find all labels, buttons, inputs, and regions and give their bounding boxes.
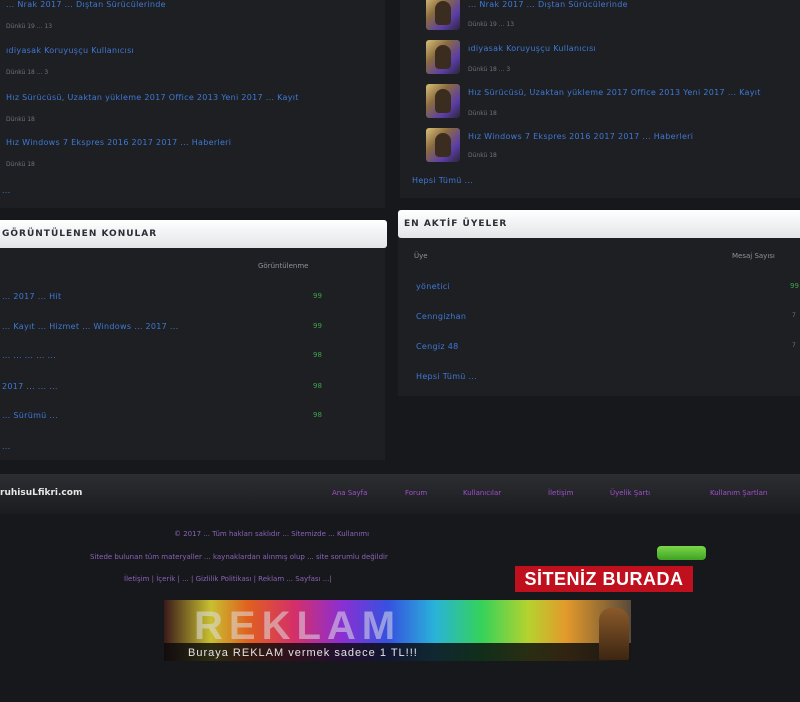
footer-link-contact[interactable]: İletişim	[548, 489, 573, 497]
post-count: 7	[792, 342, 796, 349]
thread-title[interactable]: Hız Sürücüsü, Uzaktan yükleme 2017 Offic…	[6, 93, 299, 102]
column-header-posts: Mesaj Sayısı	[732, 252, 775, 260]
thread-title[interactable]: ... Kayıt ... Hizmet ... Windows ... 201…	[2, 322, 178, 331]
footer-nav: ruhisuLfikri.com Ana Sayfa Forum Kullanı…	[0, 474, 800, 514]
disclaimer-text: Sitede bulunan tüm materyaller ... kayna…	[90, 553, 388, 561]
footer-links-line[interactable]: İletişim | İçerik | ... | Gizlilik Polit…	[124, 575, 332, 583]
active-members-header: EN AKTİF ÜYELER	[398, 210, 800, 238]
copyright-text: © 2017 ... Tüm hakları saklıdır ... Site…	[174, 530, 370, 538]
thread-title[interactable]: 2017 ... ... ...	[2, 382, 58, 391]
thread-meta: Dünkü 19 ... 13	[468, 21, 515, 28]
more-link[interactable]: ...	[2, 186, 11, 195]
most-viewed-panel: Görüntülenme ... 2017 ... Hit 99 ... Kay…	[0, 240, 385, 460]
column-header-user: Üye	[414, 252, 428, 260]
thread-meta: Dünkü 18 ... 3	[6, 69, 49, 76]
view-count: 98	[313, 411, 322, 419]
footer-link-users[interactable]: Kullanıcılar	[463, 489, 501, 497]
footer-link-membership[interactable]: Üyelik Şartı	[610, 489, 650, 497]
more-link[interactable]: Hepsi Tümü ...	[412, 176, 473, 185]
thread-title[interactable]: ıdiyasak Koruyuşçu Kullanıcısı	[468, 44, 596, 53]
footer-link-home[interactable]: Ana Sayfa	[332, 489, 367, 497]
thread-title[interactable]: Hız Windows 7 Ekspres 2016 2017 2017 ...…	[468, 132, 693, 141]
thread-title[interactable]: ... 2017 ... Hit	[2, 292, 61, 301]
member-name[interactable]: yönetici	[416, 282, 450, 291]
member-name[interactable]: Cenngizhan	[416, 312, 466, 321]
view-count: 99	[313, 292, 322, 300]
most-viewed-header: GÖRÜNTÜLENEN KONULAR	[0, 220, 387, 248]
thread-meta: Dünkü 19 ... 13	[6, 23, 53, 30]
thread-meta: Dünkü 18	[6, 161, 35, 168]
avatar[interactable]	[426, 84, 460, 118]
thread-meta: Dünkü 18	[468, 110, 497, 117]
avatar[interactable]	[426, 40, 460, 74]
banner-subtitle: Buraya REKLAM vermek sadece 1 TL!!!	[188, 647, 418, 659]
thread-meta: Dünkü 18	[6, 116, 35, 123]
more-link[interactable]: ...	[2, 442, 11, 451]
thread-title[interactable]: ... Sürümü ...	[2, 411, 58, 420]
member-name[interactable]: Cengiz 48	[416, 342, 459, 351]
thread-title[interactable]: Hız Windows 7 Ekspres 2016 2017 2017 ...…	[6, 138, 231, 147]
thread-title[interactable]: ... Nrak 2017 ... Dıştan Sürücülerinde	[6, 0, 166, 9]
column-header: Görüntülenme	[258, 262, 309, 270]
ad-banner[interactable]: REKLAM Buraya REKLAM vermek sadece 1 TL!…	[164, 600, 631, 661]
footer-link-terms[interactable]: Kullanım Şartları	[710, 489, 768, 497]
green-button[interactable]	[657, 546, 706, 560]
active-members-panel: Üye Mesaj Sayısı yönetici 99 Cenngizhan …	[398, 232, 800, 396]
thread-title[interactable]: Hız Sürücüsü, Uzaktan yükleme 2017 Offic…	[468, 88, 761, 97]
thread-meta: Dünkü 18 ... 3	[468, 66, 511, 73]
footer-link-forum[interactable]: Forum	[405, 489, 427, 497]
view-count: 98	[313, 351, 322, 359]
view-count: 99	[313, 322, 322, 330]
post-count: 7	[792, 312, 796, 319]
dog-image-icon	[599, 608, 629, 660]
thread-title[interactable]: ... Nrak 2017 ... Dıştan Sürücülerinde	[468, 0, 628, 9]
thread-meta: Dünkü 18	[468, 152, 497, 159]
avatar[interactable]	[426, 128, 460, 162]
thread-title[interactable]: ... ... ... ... ...	[2, 351, 56, 360]
more-link[interactable]: Hepsi Tümü ...	[416, 372, 477, 381]
footer-logo[interactable]: ruhisuLfikri.com	[0, 488, 82, 498]
post-count: 99	[790, 282, 799, 290]
avatar[interactable]	[426, 0, 460, 30]
siteniz-burada-badge[interactable]: SİTENİZ BURADA	[515, 566, 693, 592]
view-count: 98	[313, 382, 322, 390]
thread-title[interactable]: ıdiyasak Koruyuşçu Kullanıcısı	[6, 46, 134, 55]
left-top-panel: ... Nrak 2017 ... Dıştan Sürücülerinde D…	[0, 0, 385, 208]
right-top-panel: ... Nrak 2017 ... Dıştan Sürücülerinde D…	[400, 0, 800, 198]
